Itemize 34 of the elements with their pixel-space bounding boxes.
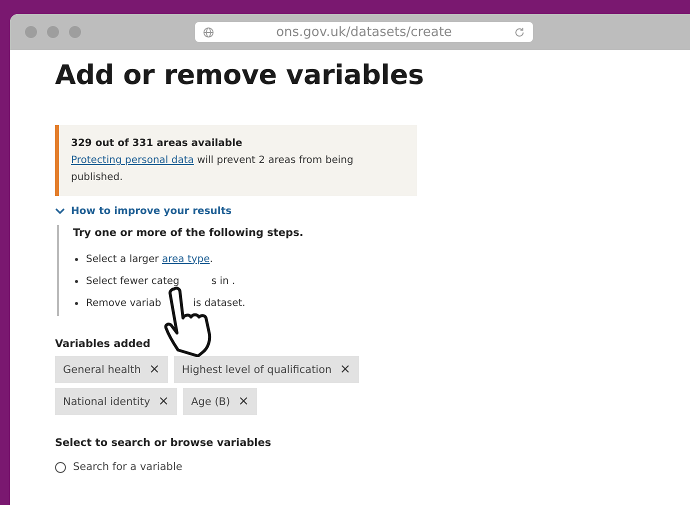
- notice-heading: 329 out of 331 areas available: [71, 137, 244, 151]
- step-text: s in .: [211, 276, 236, 286]
- step-text: Select fewer categ: [86, 276, 180, 286]
- section-label: Variables added: [55, 338, 152, 350]
- page-title: Add or remove variables: [55, 60, 425, 91]
- radio-button[interactable]: [55, 462, 66, 472]
- step-link[interactable]: area type: [162, 254, 210, 264]
- remove-button[interactable]: ×: [158, 394, 170, 409]
- step-text: is dataset.: [193, 298, 246, 308]
- reload-icon[interactable]: [514, 26, 525, 38]
- bullet-icon: [75, 258, 78, 260]
- details-intro: Try one or more of the following steps.: [73, 227, 304, 239]
- window-control-icon[interactable]: [25, 26, 37, 38]
- bullet-icon: [75, 280, 78, 282]
- remove-button[interactable]: ×: [148, 362, 160, 377]
- details-summary[interactable]: How to improve your results: [55, 206, 232, 217]
- bullet-icon: [75, 302, 78, 304]
- globe-icon: [203, 26, 214, 38]
- window-control-icon[interactable]: [69, 26, 81, 38]
- step-text: .: [210, 254, 213, 264]
- section-label: Select to search or browse variables: [55, 437, 272, 449]
- chip-label: Highest level of qualification: [182, 364, 332, 376]
- chip-label: National identity: [63, 396, 150, 408]
- notice-text: Protecting personal data will prevent 2 areas from being published.: [71, 154, 354, 185]
- window-control-icon[interactable]: [47, 26, 59, 38]
- chip-label: Age (B): [191, 396, 230, 408]
- radio-label: Search for a variable: [73, 461, 182, 473]
- step-text: Remove variab: [86, 298, 162, 308]
- step-text: Select a larger: [86, 254, 160, 264]
- remove-button[interactable]: ×: [238, 394, 250, 409]
- chip-label: General health: [63, 364, 141, 376]
- notice-link[interactable]: Protecting personal data: [71, 155, 194, 166]
- chevron-icon: [55, 208, 65, 215]
- remove-button[interactable]: ×: [340, 362, 351, 377]
